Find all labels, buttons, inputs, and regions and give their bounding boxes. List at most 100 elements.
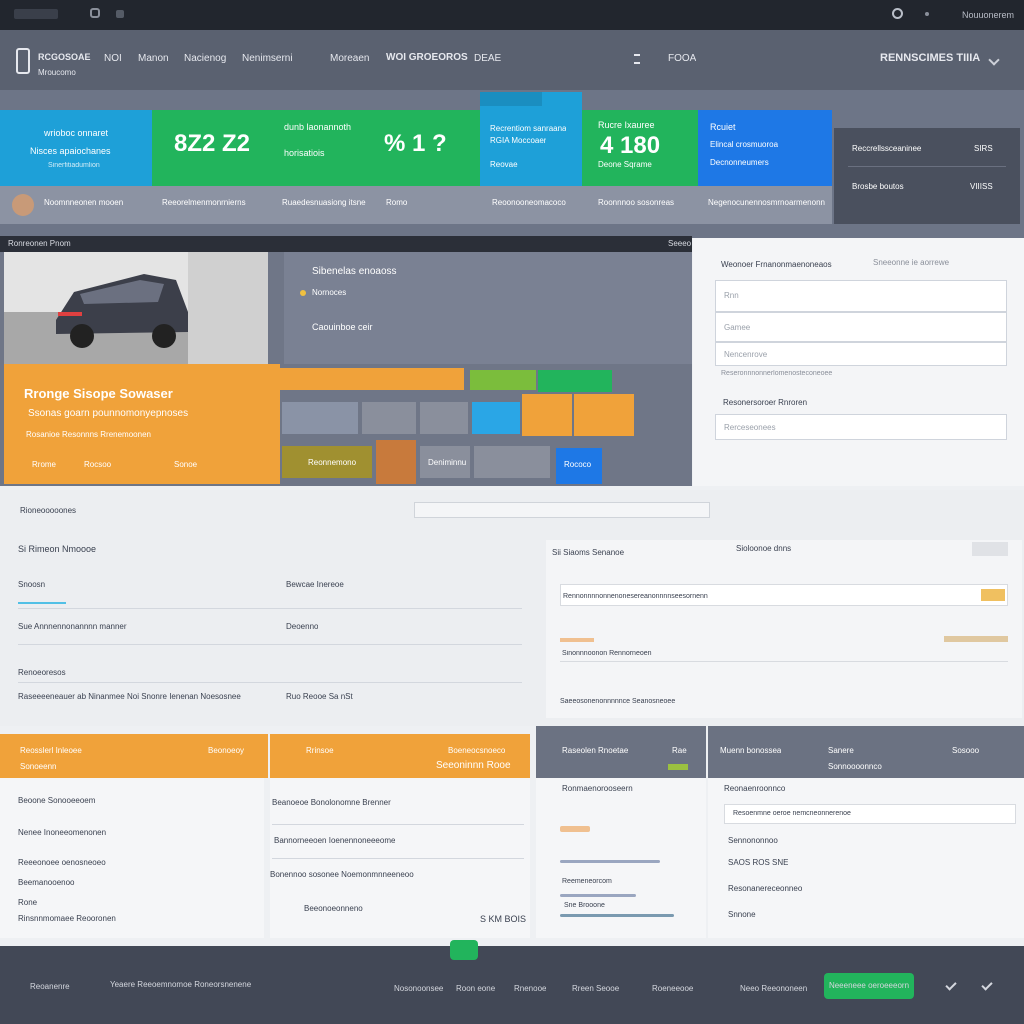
brand-title[interactable]: RCGOSOAE (38, 52, 91, 62)
footer-item[interactable]: Rnenooe (514, 984, 546, 993)
tile[interactable] (474, 446, 550, 478)
promo-button[interactable]: Rocsoo (84, 460, 111, 469)
nav-item-5[interactable]: Moreaen (330, 53, 369, 64)
nav-right-title[interactable]: RENNSCIMES TIIIA (880, 52, 980, 64)
panel-row[interactable]: Beanoeoe Bonolonomne Brenner (272, 798, 391, 807)
footer-item[interactable]: Rreen Seooe (572, 984, 619, 993)
row-text[interactable]: Renoeoresos (18, 668, 66, 677)
panel-row[interactable]: Bonennoo sosonee Noemonmnneeneoo (270, 870, 414, 879)
stat-card-foot: Sinerfitiadumlion (48, 162, 100, 169)
tile[interactable]: Rococo (556, 448, 602, 484)
search-icon[interactable] (892, 8, 903, 19)
subrow-item[interactable]: Noomnneonen mooen (44, 198, 123, 207)
footer-item[interactable]: Reoanenre (30, 982, 70, 991)
panel-row[interactable]: Reonaenroonnco (724, 784, 785, 793)
user-name[interactable]: Nouuonerem (962, 10, 1022, 20)
menu-icon[interactable] (116, 10, 124, 18)
tile[interactable] (522, 394, 572, 436)
promo-button[interactable]: Sonoe (174, 460, 197, 469)
tile[interactable]: Deniminnu (420, 446, 470, 478)
scroll-handle[interactable] (450, 940, 478, 960)
nav-item-2[interactable]: Manon (138, 53, 169, 64)
footer-item[interactable]: Nosonoonsee (394, 984, 443, 993)
stat-card-1[interactable]: wrioboc onnaret Nisces apaiochanes Siner… (0, 110, 152, 186)
tile[interactable] (472, 402, 520, 434)
form-field[interactable]: Nencenrove (715, 342, 1007, 366)
stat-card-3[interactable]: dunb laonannoth horisatiois % 1 ? (272, 110, 480, 186)
row-text[interactable]: Ruo Reooe Sa nSt (286, 692, 353, 701)
row-text: Sinonnnoonon Rennorneoen (562, 650, 652, 657)
promo-button[interactable]: Rrome (32, 460, 56, 469)
media-info-badge[interactable]: Caouinboe ceir (312, 322, 373, 332)
tile[interactable] (362, 402, 416, 434)
panel-row[interactable]: Reeeonoee oenosneoeo (18, 858, 106, 867)
subrow-item[interactable]: Ruaedesnuasiong itsne (282, 198, 366, 207)
footer-item[interactable]: Roon eone (456, 984, 495, 993)
panel-row[interactable]: Beoone Sonooeeoem (18, 796, 95, 805)
stat-card-6[interactable]: Rcuiet Elincal crosmuoroa Decnonneumers (698, 110, 832, 186)
subrow-item[interactable]: Roonnnoo sosonreas (598, 198, 674, 207)
row-text: Resoenmne oeroe nemcneonnerenoe (733, 810, 851, 817)
panel-row[interactable]: Bannorneeoen Ioenennoneeeome (274, 836, 395, 845)
row-field[interactable]: Rennonnnnonnenonesereanonnnnseesornenn (560, 584, 1008, 606)
nav-item-1[interactable]: NOI (104, 53, 122, 64)
stat-card-2[interactable]: 8Z2 Z2 (152, 110, 272, 186)
tile[interactable] (282, 402, 358, 434)
panel-row[interactable]: Reemeneorcom (562, 878, 612, 885)
tile[interactable]: Reonnemono (282, 446, 372, 478)
promo-card[interactable]: Rronge Sisope Sowaser Ssonas goarn pounn… (4, 364, 280, 484)
chevron-down-icon[interactable] (988, 54, 1000, 66)
panel-row[interactable]: Nenee Inoneeomenonen (18, 828, 106, 837)
panel-row[interactable]: Sennononnoo (728, 836, 778, 845)
tile[interactable] (574, 394, 634, 436)
stat-card-4[interactable]: Recrentiom sanraana RGIA Moccoaer Reovae (480, 92, 582, 186)
tile[interactable] (420, 402, 468, 434)
row-text[interactable]: Saeeosonenonnnnnce Seanosneoee (560, 698, 675, 705)
subrow-item[interactable]: Romo (386, 198, 407, 207)
tile-green[interactable] (538, 370, 612, 392)
search-input[interactable] (414, 502, 710, 518)
form-field[interactable]: Rnn (715, 280, 1007, 312)
tile-orange[interactable] (280, 368, 464, 390)
nav-center-title[interactable]: WOI GROEOROS (386, 52, 468, 63)
panel-row[interactable]: SAOS ROS SNE (728, 858, 788, 867)
panel-row[interactable]: Beeonoeonneno (304, 904, 363, 913)
panel-row[interactable]: Sne Brooone (564, 902, 605, 909)
subrow-item[interactable]: Reoonooneomacoco (492, 198, 566, 207)
footer-item[interactable]: Yeaere Reeoemnomoe Roneorsnenene (110, 980, 251, 989)
window-icon[interactable] (90, 8, 100, 18)
panel-row[interactable]: Rinsnnmomaee Reooronen (18, 914, 116, 923)
divider (272, 824, 524, 825)
panel-row[interactable]: Beemanooenoo (18, 878, 75, 887)
row-text[interactable]: Deoenno (286, 622, 318, 631)
form-field[interactable]: Gamee (715, 312, 1007, 342)
nav-item-3[interactable]: Nacienog (184, 53, 226, 64)
check-icon[interactable] (981, 979, 993, 991)
tile[interactable] (376, 440, 416, 484)
action-button[interactable] (972, 542, 1008, 556)
nav-mid-item[interactable]: FOOA (668, 53, 696, 64)
avatar[interactable] (12, 194, 34, 216)
form-link[interactable]: Sneeonne ie aorrewe (873, 258, 949, 267)
footer-item[interactable]: Neeo Reeononeen (740, 984, 807, 993)
subrow-item[interactable]: Reeorelmenmonrnierns (162, 198, 246, 207)
row-field[interactable]: Resoenmne oeroe nemcneonnerenoe (724, 804, 1016, 824)
row-text[interactable]: Raseeeeneauer ab Ninanmee Noi Snonre Ien… (18, 692, 241, 701)
panel-row[interactable]: Snnone (728, 910, 756, 919)
panel-row[interactable]: Resonanereceonneo (728, 884, 802, 893)
subrow-item[interactable]: Negenocunennosmrnoarmenonn (708, 198, 825, 207)
list-icon[interactable] (634, 54, 640, 64)
footer-item[interactable]: Roeneeooe (652, 984, 693, 993)
nav-center-sub[interactable]: DEAE (474, 53, 501, 64)
notification-dot-icon[interactable] (925, 12, 929, 16)
panel-row[interactable]: Rone (18, 898, 37, 907)
media-header-action[interactable]: Seeeo (668, 239, 691, 248)
row-field[interactable]: Sinonnnoonon Rennorneoen (560, 636, 1008, 662)
row-text[interactable]: Sue Annnennonannnn manner (18, 622, 127, 631)
form-field[interactable]: Rerceseonees (715, 414, 1007, 440)
tile-green[interactable] (470, 370, 536, 390)
stat-card-5[interactable]: Rucre Ixauree 4 180 Deone Sqrame (582, 110, 698, 186)
primary-cta-button[interactable]: Neeeneee oeroeeeorn (824, 973, 914, 999)
nav-item-4[interactable]: Nenimserni (242, 53, 293, 64)
check-icon[interactable] (945, 979, 957, 991)
